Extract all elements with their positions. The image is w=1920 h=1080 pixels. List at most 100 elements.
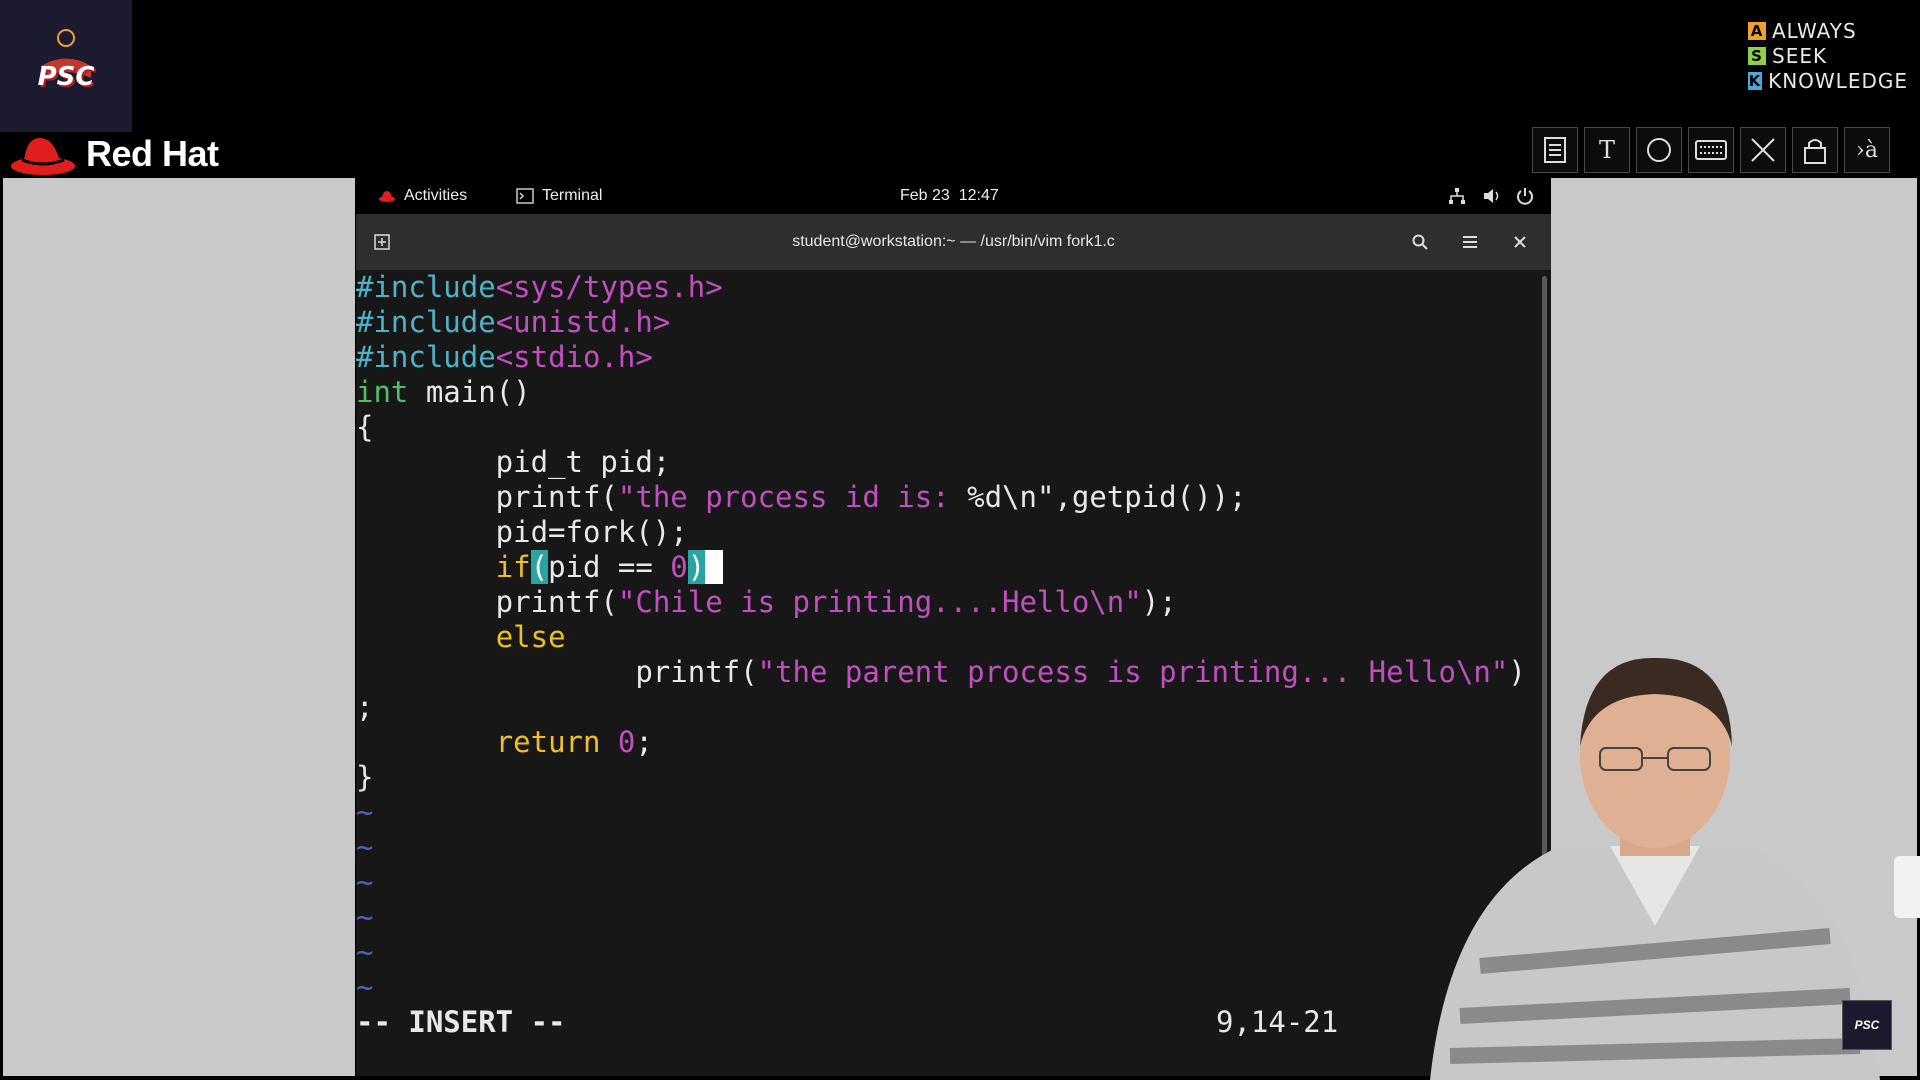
if-keyword: if — [495, 550, 531, 584]
document-icon[interactable] — [1532, 127, 1578, 173]
cut-icon[interactable] — [1740, 127, 1786, 173]
printf-args: ,getpid()); — [1054, 480, 1247, 514]
small-psc-logo: PSC — [1842, 1000, 1892, 1050]
printf-call: printf( — [356, 480, 618, 514]
open-brace: { — [356, 410, 374, 444]
terminal-app-label: Terminal — [542, 187, 603, 204]
format-specifier: %d\n" — [967, 480, 1055, 514]
empty-line-marker: ~ — [356, 865, 374, 899]
printf-call: printf( — [356, 585, 618, 619]
include-header: <sys/types.h> — [495, 270, 723, 304]
code-line-10: printf("Chile is printing....Hello\n"); — [356, 585, 1177, 620]
else-keyword: else — [495, 620, 566, 654]
empty-line-marker: ~ — [356, 830, 374, 864]
pid-declaration: pid_t pid; — [356, 445, 671, 479]
presenter-webcam — [1430, 657, 1880, 1080]
include-header: <stdio.h> — [495, 340, 653, 374]
code-line-14: } — [356, 760, 373, 795]
code-line-12: printf("the parent process is printing..… — [356, 655, 1525, 690]
ask-slogan: A ALWAYS S SEEK K KNOWLEDGE — [1748, 18, 1908, 93]
matched-paren-close: ) — [687, 550, 706, 584]
redhat-small-icon — [379, 191, 395, 202]
ask-row-seek: S SEEK — [1748, 43, 1908, 68]
psc-logo: PSC — [0, 0, 132, 132]
ask-word-knowledge: KNOWLEDGE — [1768, 68, 1908, 93]
annotation-toolbar: T ›à — [1532, 127, 1890, 173]
type-keyword: int — [356, 375, 409, 409]
hamburger-menu-icon — [1463, 236, 1477, 248]
vim-mode-indicator: -- INSERT -- — [356, 1005, 566, 1039]
close-icon — [1514, 236, 1526, 248]
empty-line-marker: ~ — [356, 795, 374, 829]
translate-icon[interactable]: ›à — [1844, 127, 1890, 173]
gnome-top-bar: Activities Terminal Feb 23 12:47 — [356, 178, 1551, 214]
printf-args: ); — [1141, 585, 1177, 619]
ask-row-always: A ALWAYS — [1748, 18, 1908, 43]
search-button[interactable] — [1402, 224, 1438, 260]
text-tool-icon[interactable]: T — [1584, 127, 1630, 173]
main-signature: main() — [408, 375, 531, 409]
left-background-panel — [3, 178, 355, 1076]
close-button[interactable] — [1502, 224, 1538, 260]
code-line-12-wrap: ; — [356, 690, 373, 725]
power-icon[interactable] — [1516, 178, 1534, 214]
terminal-title: student@workstation:~ — /usr/bin/vim for… — [792, 233, 1115, 250]
code-line-11: else — [356, 620, 566, 655]
empty-line-marker: ~ — [356, 900, 374, 934]
network-icon[interactable] — [1448, 178, 1466, 214]
redhat-logo: Red Hat — [10, 130, 219, 178]
cursor-position: 9,14-21 — [1216, 1005, 1339, 1039]
code-line-2: #include<unistd.h> — [356, 305, 670, 340]
include-directive: #include — [356, 270, 496, 304]
ask-letter-a: A — [1748, 21, 1766, 40]
volume-icon[interactable] — [1482, 178, 1502, 214]
ask-word-seek: SEEK — [1772, 43, 1828, 68]
side-tab-handle[interactable] — [1894, 856, 1920, 918]
ask-letter-k: K — [1748, 71, 1763, 90]
activities-button[interactable]: Activities — [378, 178, 467, 214]
code-line-4: int main() — [356, 375, 531, 410]
matched-paren-open: ( — [530, 550, 549, 584]
clock-text: Feb 23 12:47 — [900, 187, 999, 204]
vim-editor[interactable]: #include<sys/types.h> #include<unistd.h>… — [356, 270, 1551, 1076]
code-line-6: pid_t pid; — [356, 445, 671, 480]
code-line-5: { — [356, 410, 373, 445]
semicolon: ; — [356, 690, 374, 724]
return-keyword: return — [495, 725, 601, 759]
keyboard-icon[interactable] — [1688, 127, 1734, 173]
close-brace: } — [356, 760, 374, 794]
include-header: <unistd.h> — [495, 305, 671, 339]
redhat-hat-icon — [11, 138, 75, 175]
ask-word-always: ALWAYS — [1772, 18, 1857, 43]
redhat-text: Red Hat — [86, 133, 219, 174]
circle-tool-icon[interactable] — [1636, 127, 1682, 173]
code-line-9: if(pid == 0) — [356, 550, 723, 585]
code-line-13: return 0; — [356, 725, 653, 760]
include-directive: #include — [356, 305, 496, 339]
lock-icon[interactable] — [1792, 127, 1838, 173]
terminal-app-menu[interactable]: Terminal — [516, 178, 602, 214]
string-literal: "Chile is printing....Hello\n" — [617, 585, 1142, 619]
string-literal: "the process id is: — [617, 480, 968, 514]
semicolon: ; — [635, 725, 653, 759]
search-icon — [1412, 234, 1428, 250]
terminal-icon — [516, 188, 534, 204]
psc-emblem-icon — [41, 29, 91, 78]
ask-letter-s: S — [1748, 46, 1766, 65]
code-line-1: #include<sys/types.h> — [356, 270, 723, 305]
code-line-8: pid=fork(); — [356, 515, 688, 550]
include-directive: #include — [356, 340, 496, 374]
menu-button[interactable] — [1452, 224, 1488, 260]
code-line-7: printf("the process id is: %d\n",getpid(… — [356, 480, 1247, 515]
if-condition: pid == — [548, 550, 671, 584]
text-cursor — [705, 550, 723, 584]
number-literal: 0 — [617, 725, 636, 759]
code-line-3: #include<stdio.h> — [356, 340, 653, 375]
string-literal: "the parent process is printing... Hello… — [757, 655, 1509, 689]
terminal-header-bar: student@workstation:~ — /usr/bin/vim for… — [356, 214, 1551, 270]
clock[interactable]: Feb 23 12:47 — [900, 178, 999, 214]
empty-line-marker: ~ — [356, 970, 374, 1004]
